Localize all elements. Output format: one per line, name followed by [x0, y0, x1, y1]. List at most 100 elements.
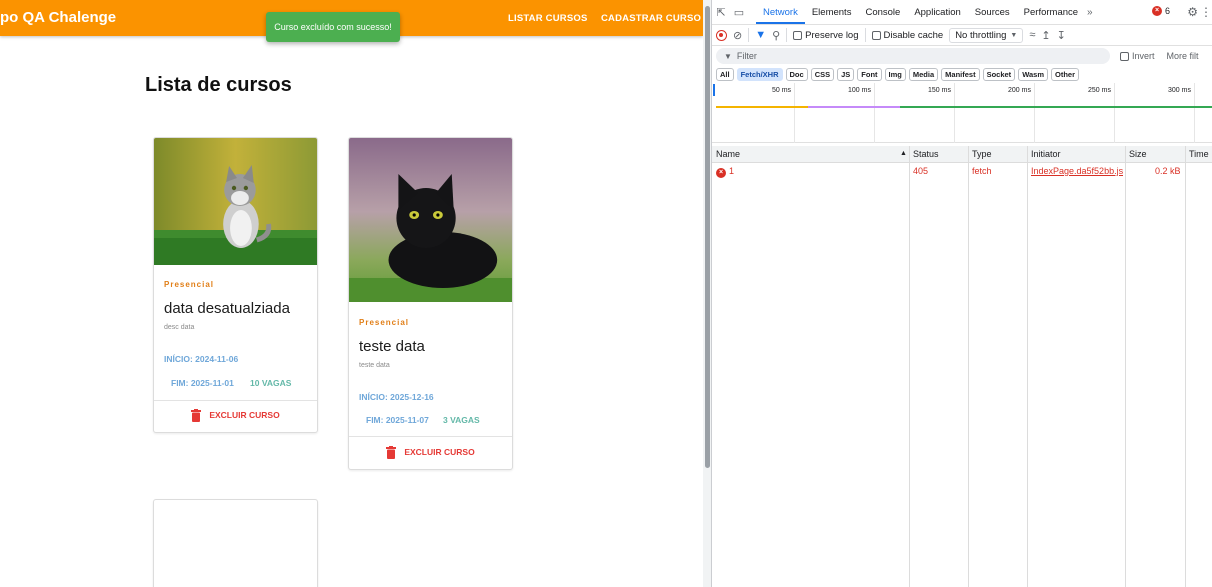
record-stop-icon[interactable]	[716, 29, 727, 41]
column-initiator[interactable]: Initiator	[1031, 149, 1061, 159]
course-modality: Presencial	[164, 280, 215, 289]
devtools-panel: ⇱ ▭ Network Elements Console Application…	[712, 0, 1212, 587]
request-error-icon: ×	[716, 166, 726, 178]
column-divider[interactable]	[1027, 146, 1028, 587]
disable-cache-label: Disable cache	[883, 29, 944, 41]
checkbox-box[interactable]	[793, 30, 803, 40]
app-viewport: po QA Chalenge LISTAR CURSOS CADASTRAR C…	[0, 0, 703, 587]
type-filter-img[interactable]: Img	[884, 67, 906, 81]
preserve-log-checkbox[interactable]: Preserve log	[793, 29, 859, 41]
column-divider[interactable]	[909, 146, 910, 587]
timeline-gridline	[1194, 83, 1195, 143]
request-size: 0.2 kB	[1155, 166, 1181, 176]
invert-checkbox[interactable]: Invert	[1120, 51, 1155, 61]
chevron-down-icon: ▼	[1010, 31, 1018, 39]
course-start-date: INÍCIO: 2024-11-06	[164, 354, 239, 364]
sort-asc-icon[interactable]: ▲	[900, 150, 907, 157]
trash-icon	[191, 408, 202, 422]
gear-icon[interactable]: ⚙	[1187, 5, 1198, 19]
device-toolbar-icon[interactable]: ▭	[730, 6, 748, 19]
export-har-icon[interactable]: ↧	[1057, 29, 1066, 42]
card-divider	[154, 400, 317, 401]
course-card: Presencial data desatualziada desc data …	[153, 137, 318, 433]
timeline-bar-loading	[900, 106, 1212, 108]
disable-cache-checkbox[interactable]: Disable cache	[871, 29, 944, 41]
column-divider[interactable]	[1185, 146, 1186, 587]
type-filter-all[interactable]: All	[716, 67, 734, 81]
type-filter-socket[interactable]: Socket	[982, 67, 1016, 81]
course-vacancies: 10 VAGAS	[250, 378, 292, 388]
checkbox-box[interactable]	[1120, 51, 1129, 61]
course-start-date: INÍCIO: 2025-12-16	[359, 392, 434, 402]
type-filter-css[interactable]: CSS	[810, 67, 835, 81]
throttling-select[interactable]: No throttling ▼	[949, 27, 1024, 43]
request-name[interactable]: 1	[729, 166, 734, 176]
page-title: Lista de cursos	[145, 74, 292, 96]
type-filter-js[interactable]: JS	[837, 67, 855, 81]
course-description: desc data	[164, 324, 195, 331]
column-size[interactable]: Size	[1129, 149, 1147, 159]
devtools-splitter[interactable]	[703, 0, 712, 587]
network-conditions-icon[interactable]: ≈	[1029, 29, 1035, 41]
course-card: Presencial teste data teste data INÍCIO:…	[348, 137, 513, 470]
table-row[interactable]: × 1 405 fetch IndexPage.da5f52bb.js:1 0.…	[712, 163, 1212, 180]
type-filter-font[interactable]: Font	[857, 67, 882, 81]
more-tabs-icon[interactable]: »	[1085, 7, 1093, 18]
nav-list-courses[interactable]: LISTAR CURSOS	[508, 13, 587, 24]
filter-placeholder: Filter	[736, 51, 757, 61]
column-name[interactable]: Name	[716, 149, 740, 159]
network-overview-timeline[interactable]: 50 ms 100 ms 150 ms 200 ms 250 ms 300 ms	[712, 83, 1212, 143]
request-initiator-link[interactable]: IndexPage.da5f52bb.js:1	[1031, 166, 1123, 176]
error-counter[interactable]: × 6	[1151, 6, 1170, 16]
column-divider[interactable]	[968, 146, 969, 587]
inspect-element-icon[interactable]: ⇱	[712, 6, 730, 19]
course-card-placeholder	[153, 499, 318, 587]
scrollbar-thumb[interactable]	[705, 6, 710, 468]
type-filter-other[interactable]: Other	[1051, 67, 1080, 81]
filter-icon[interactable]: ▼	[755, 29, 766, 41]
tab-console[interactable]: Console	[858, 0, 907, 24]
timeline-gridline	[954, 83, 955, 143]
clear-icon[interactable]: ⊘	[733, 29, 742, 42]
delete-course-button[interactable]: EXCLUIR CURSO	[349, 442, 512, 462]
more-filters-button[interactable]: More filt	[1167, 51, 1199, 61]
tab-application[interactable]: Application	[907, 0, 967, 24]
network-toolbar: ⊘ ▼ ⚲ Preserve log Disable cache No thro…	[712, 24, 1212, 46]
nav-add-course[interactable]: CADASTRAR CURSO	[601, 13, 701, 24]
timeline-gridline	[874, 83, 875, 143]
tab-performance[interactable]: Performance	[1017, 0, 1085, 24]
tab-sources[interactable]: Sources	[968, 0, 1017, 24]
request-status: 405	[913, 166, 929, 176]
timeline-tick-label: 300 ms	[1168, 87, 1191, 94]
timeline-tick-label: 100 ms	[848, 87, 871, 94]
type-filter-wasm[interactable]: Wasm	[1018, 67, 1048, 81]
type-filter-fetch-xhr[interactable]: Fetch/XHR	[736, 67, 783, 81]
preserve-log-label: Preserve log	[805, 29, 859, 41]
search-icon[interactable]: ⚲	[772, 29, 780, 42]
column-time[interactable]: Time	[1189, 149, 1209, 159]
type-filter-manifest[interactable]: Manifest	[941, 67, 980, 81]
type-filter-media[interactable]: Media	[908, 67, 939, 81]
course-modality: Presencial	[359, 318, 410, 327]
import-har-icon[interactable]: ↥	[1041, 29, 1050, 42]
toast-message: Curso excluído com sucesso!	[274, 22, 392, 32]
column-status[interactable]: Status	[913, 149, 939, 159]
course-name: data desatualziada	[164, 300, 290, 317]
column-divider[interactable]	[1125, 146, 1126, 587]
card-divider	[349, 436, 512, 437]
tab-elements[interactable]: Elements	[805, 0, 859, 24]
filter-row: ▼ Filter Invert More filt	[712, 46, 1212, 66]
course-end-date: FIM: 2025-11-07	[366, 415, 429, 425]
checkbox-box[interactable]	[871, 30, 881, 40]
success-toast: Curso excluído com sucesso!	[266, 12, 400, 42]
delete-course-button[interactable]: EXCLUIR CURSO	[154, 405, 317, 425]
timeline-tick-label: 50 ms	[772, 87, 792, 94]
tab-network[interactable]: Network	[756, 0, 805, 24]
more-options-icon[interactable]: ⋮	[1200, 5, 1212, 19]
type-filter-doc[interactable]: Doc	[785, 67, 808, 81]
error-count: 6	[1164, 6, 1170, 16]
filter-input[interactable]: ▼ Filter	[716, 48, 1110, 64]
toolbar-separator	[786, 28, 788, 42]
column-type[interactable]: Type	[972, 149, 992, 159]
timeline-tick-label: 150 ms	[928, 87, 951, 94]
